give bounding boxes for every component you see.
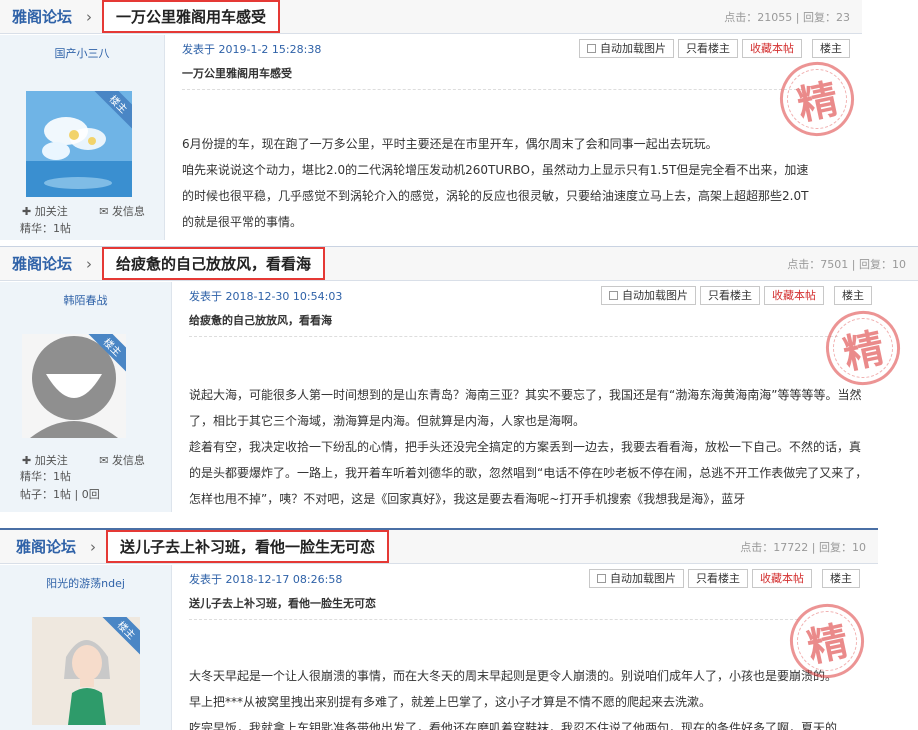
follow-button[interactable]: ✚ 加关注	[22, 205, 82, 218]
thread-title[interactable]: 送儿子去上补习班，看他一脸生无可恋	[106, 530, 390, 563]
only-author-button[interactable]: 只看楼主	[688, 569, 748, 588]
post-content: 发表于 2018-12-17 08:26:58 自动加载图片 只看楼主 收藏本帖…	[173, 565, 878, 730]
post-count: 帖子：1帖 | 0回	[20, 488, 100, 501]
post-subject: 一万公里雅阁用车感受	[182, 65, 802, 90]
post-time: 发表于 2019-1-2 15:28:38	[182, 43, 322, 56]
post-toolbar: 自动加载图片 只看楼主 收藏本帖 楼主	[601, 286, 872, 305]
post-subject: 送儿子去上补习班，看他一脸生无可恋	[189, 595, 798, 620]
follow-label: 加关注	[34, 454, 68, 467]
author-sidebar: 阳光的游荡ndej 楼主	[0, 565, 172, 730]
avatar[interactable]: 楼主	[22, 334, 126, 438]
post-header: 雅阁论坛 › 送儿子去上补习班，看他一脸生无可恋 点击：17722 | 回复：1…	[0, 530, 878, 564]
post-card: 雅阁论坛 › 给疲惫的自己放放风，看看海 点击：7501 | 回复：10 韩陌春…	[0, 246, 918, 512]
checkbox-icon[interactable]	[609, 291, 618, 300]
follow-button[interactable]: ✚ 加关注	[22, 454, 82, 467]
post-paragraph: 早上把***从被窝里拽出来别提有多难了，就差上巴掌了，这小子才算是不情不愿的爬起…	[189, 695, 712, 709]
post-header: 雅阁论坛 › 一万公里雅阁用车感受 点击：21055 | 回复：23	[0, 0, 862, 34]
author-name[interactable]: 国产小三八	[0, 45, 164, 61]
auto-load-images-toggle[interactable]: 自动加载图片	[589, 569, 684, 588]
digest-count: 精华：1帖	[20, 470, 71, 483]
message-button[interactable]: ✉ 发信息	[99, 454, 159, 467]
forum-link[interactable]: 雅阁论坛	[12, 253, 72, 274]
message-label: 发信息	[111, 454, 145, 467]
post-header: 雅阁论坛 › 给疲惫的自己放放风，看看海 点击：7501 | 回复：10	[0, 247, 918, 281]
post-content: 发表于 2018-12-30 10:54:03 自动加载图片 只看楼主 收藏本帖…	[173, 282, 918, 512]
breadcrumb-arrow-icon: ›	[90, 537, 97, 556]
auto-load-label: 自动加载图片	[600, 42, 666, 55]
post-body: 大冬天早起是一个让人很崩溃的事情，而在大冬天的周末早起则是更令人崩溃的。别说咱们…	[189, 663, 858, 730]
avatar[interactable]: 楼主	[32, 617, 140, 725]
favorite-button[interactable]: 收藏本帖	[742, 39, 802, 58]
forum-link[interactable]: 雅阁论坛	[12, 6, 72, 27]
post-toolbar: 自动加载图片 只看楼主 收藏本帖 楼主	[579, 39, 850, 58]
thread-stats: 点击：17722 | 回复：10	[740, 540, 866, 554]
floor-label: 楼主	[834, 286, 872, 305]
only-author-button[interactable]: 只看楼主	[700, 286, 760, 305]
post-paragraph: 6月份提的车，现在跑了一万多公里，平时主要还是在市里开车，偶尔周末了会和同事一起…	[182, 137, 718, 151]
post-time: 发表于 2018-12-17 08:26:58	[189, 573, 343, 586]
post-content: 发表于 2019-1-2 15:28:38 自动加载图片 只看楼主 收藏本帖 楼…	[166, 35, 862, 240]
avatar[interactable]: 楼主	[26, 91, 132, 197]
thread-title[interactable]: 一万公里雅阁用车感受	[102, 0, 281, 33]
checkbox-icon[interactable]	[587, 44, 596, 53]
auto-load-images-toggle[interactable]: 自动加载图片	[579, 39, 674, 58]
post-body: 说起大海，可能很多人第一时间想到的是山东青岛？海南三亚？其实不要忘了，我国还是有…	[189, 382, 868, 512]
auto-load-images-toggle[interactable]: 自动加载图片	[601, 286, 696, 305]
follow-label: 加关注	[34, 205, 68, 218]
floor-label: 楼主	[812, 39, 850, 58]
post-card: 雅阁论坛 › 送儿子去上补习班，看他一脸生无可恋 点击：17722 | 回复：1…	[0, 528, 878, 730]
forum-link[interactable]: 雅阁论坛	[16, 536, 76, 557]
author-name[interactable]: 阳光的游荡ndej	[0, 575, 171, 591]
auto-load-label: 自动加载图片	[610, 572, 676, 585]
post-body: 6月份提的车，现在跑了一万多公里，平时主要还是在市里开车，偶尔周末了会和同事一起…	[182, 131, 812, 235]
post-toolbar: 自动加载图片 只看楼主 收藏本帖 楼主	[589, 569, 860, 588]
post-paragraph: 吃完早饭，我就拿上车钥匙准备带他出发了，看他还在磨叽着穿鞋袜，我忍不住说了他两句…	[189, 721, 838, 730]
thread-stats: 点击：21055 | 回复：23	[724, 10, 850, 24]
author-sidebar: 国产小三八 楼主 ✚ 加关注 ✉ 发信息 精华：1帖	[0, 35, 165, 240]
post-card: 雅阁论坛 › 一万公里雅阁用车感受 点击：21055 | 回复：23 国产小三八…	[0, 0, 862, 240]
favorite-button[interactable]: 收藏本帖	[764, 286, 824, 305]
favorite-button[interactable]: 收藏本帖	[752, 569, 812, 588]
post-paragraph: 大冬天早起是一个让人很崩溃的事情，而在大冬天的周末早起则是更令人崩溃的。别说咱们…	[189, 669, 838, 683]
breadcrumb-arrow-icon: ›	[86, 254, 93, 273]
floor-label: 楼主	[822, 569, 860, 588]
auto-load-label: 自动加载图片	[622, 289, 688, 302]
post-paragraph: 趁着有空，我决定收拾一下纷乱的心情，把手头还没完全搞定的方案丢到一边去，我要去看…	[189, 440, 868, 506]
author-sidebar: 韩陌春战 楼主 ✚ 加关注 ✉ 发信息 精华：1帖 帖子：1帖 | 0回	[0, 282, 172, 512]
author-actions: ✚ 加关注 ✉ 发信息	[22, 203, 173, 219]
post-time: 发表于 2018-12-30 10:54:03	[189, 290, 343, 303]
author-stats: 精华：1帖 帖子：1帖 | 0回	[20, 468, 100, 504]
only-author-button[interactable]: 只看楼主	[678, 39, 738, 58]
author-actions: ✚ 加关注 ✉ 发信息	[22, 452, 173, 468]
post-subject: 给疲惫的自己放放风，看看海	[189, 312, 838, 337]
post-paragraph: 说起大海，可能很多人第一时间想到的是山东青岛？海南三亚？其实不要忘了，我国还是有…	[189, 388, 862, 428]
author-stats: 精华：1帖	[20, 220, 71, 238]
message-label: 发信息	[111, 205, 145, 218]
checkbox-icon[interactable]	[597, 574, 606, 583]
digest-count: 精华：1帖	[20, 222, 71, 235]
author-name[interactable]: 韩陌春战	[0, 292, 171, 308]
post-paragraph: 咱先来说说这个动力，堪比2.0的二代涡轮增压发动机260TURBO，虽然动力上显…	[182, 163, 809, 229]
breadcrumb-arrow-icon: ›	[86, 7, 93, 26]
thread-title[interactable]: 给疲惫的自己放放风，看看海	[102, 247, 326, 280]
thread-stats: 点击：7501 | 回复：10	[787, 257, 906, 271]
message-button[interactable]: ✉ 发信息	[99, 205, 159, 218]
